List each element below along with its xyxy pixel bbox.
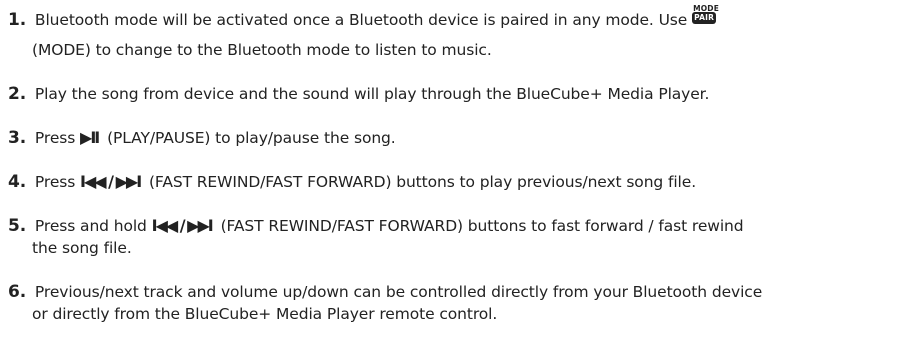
step-text: Press and hold: [34, 217, 147, 235]
step-2: 2. Play the song from device and the sou…: [8, 80, 898, 108]
step-text: Play the song from device and the sound …: [34, 85, 710, 103]
step-number: 5.: [8, 216, 27, 236]
step-text: Press: [34, 129, 76, 147]
step-text: or directly from the BlueCube+ Media Pla…: [32, 305, 498, 323]
step-6-continued: or directly from the BlueCube+ Media Pla…: [8, 300, 911, 328]
step-text: (MODE) to change to the Bluetooth mode t…: [32, 41, 492, 59]
pair-badge: PAIR: [692, 12, 717, 24]
step-text: (PLAY/PAUSE) to play/pause the song.: [107, 129, 396, 147]
step-text: the song file.: [32, 239, 132, 257]
step-text: (FAST REWIND/FAST FORWARD) buttons to pl…: [148, 173, 697, 191]
play-pause-icon: ▶II: [80, 128, 100, 147]
step-3: 3. Press ▶II (PLAY/PAUSE) to play/pause …: [8, 124, 898, 152]
step-number: 3.: [8, 128, 27, 148]
step-text: Press: [34, 173, 76, 191]
step-5-continued: the song file.: [8, 234, 911, 262]
step-number: 6.: [8, 282, 27, 302]
step-4: 4. Press I◀◀ / ▶▶I (FAST REWIND/FAST FOR…: [8, 168, 898, 196]
step-1-continued: (MODE) to change to the Bluetooth mode t…: [8, 36, 911, 64]
rewind-forward-icon: I◀◀ / ▶▶I: [80, 172, 142, 191]
step-number: 1.: [8, 10, 27, 30]
pair-mode-button-icon: MODE PAIR: [692, 4, 719, 26]
step-text: Bluetooth mode will be activated once a …: [34, 11, 688, 29]
step-1: 1. Bluetooth mode will be activated once…: [8, 4, 898, 34]
step-number: 4.: [8, 172, 27, 192]
step-text: Previous/next track and volume up/down c…: [34, 283, 763, 301]
step-number: 2.: [8, 84, 27, 104]
step-text: (FAST REWIND/FAST FORWARD) buttons to fa…: [220, 217, 744, 235]
